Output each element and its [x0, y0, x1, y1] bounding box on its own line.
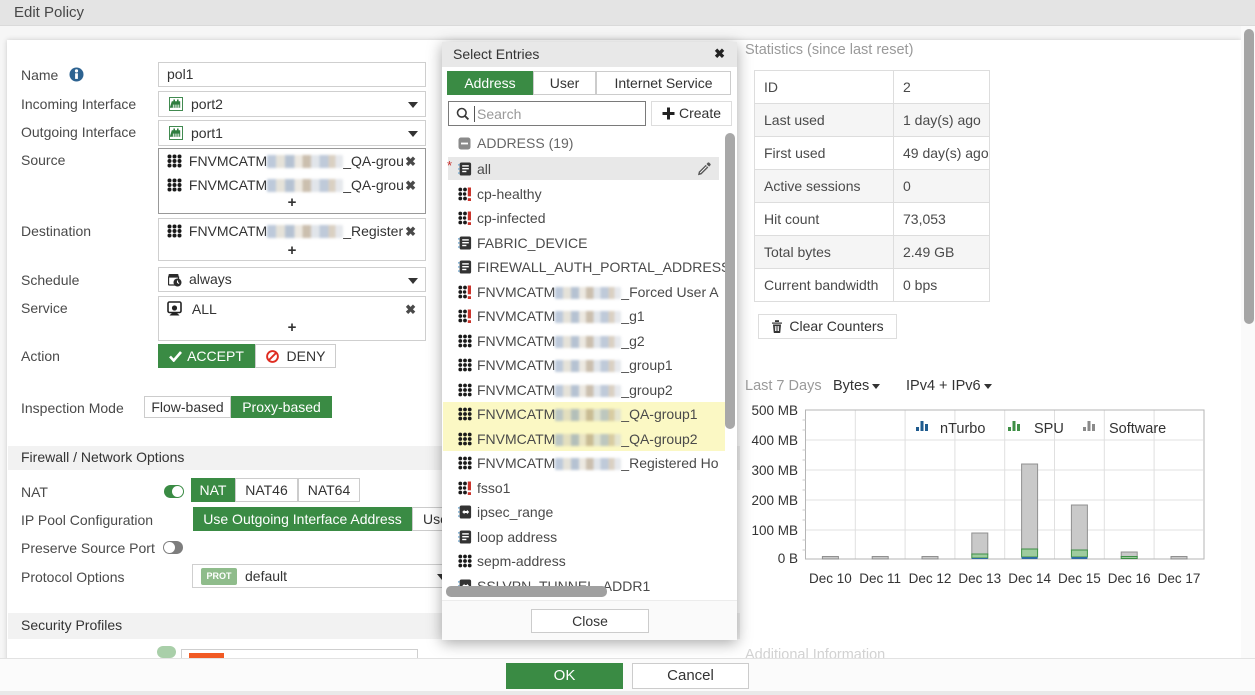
svg-text:Dec 16: Dec 16	[1108, 571, 1151, 586]
svg-text:0 B: 0 B	[778, 551, 798, 566]
svg-text:Dec 17: Dec 17	[1158, 571, 1201, 586]
svg-text:SPU: SPU	[1034, 421, 1064, 437]
svg-text:Dec 11: Dec 11	[859, 571, 901, 586]
svg-text:Dec 13: Dec 13	[958, 571, 1001, 586]
svg-text:400 MB: 400 MB	[751, 433, 798, 448]
svg-text:Dec 14: Dec 14	[1008, 571, 1051, 586]
svg-text:200 MB: 200 MB	[751, 493, 798, 508]
svg-text:300 MB: 300 MB	[751, 463, 798, 478]
svg-text:nTurbo: nTurbo	[940, 421, 985, 437]
svg-text:100 MB: 100 MB	[751, 523, 798, 538]
svg-text:500 MB: 500 MB	[751, 403, 798, 418]
svg-text:Dec 10: Dec 10	[809, 571, 852, 586]
svg-text:Software: Software	[1109, 421, 1166, 437]
svg-text:Dec 15: Dec 15	[1058, 571, 1101, 586]
svg-text:Dec 12: Dec 12	[909, 571, 952, 586]
